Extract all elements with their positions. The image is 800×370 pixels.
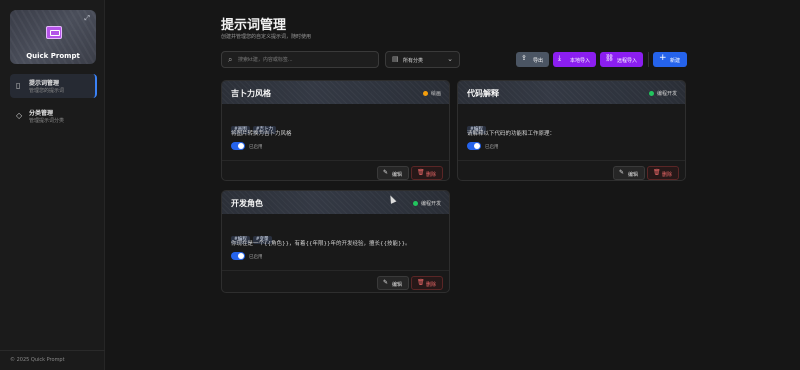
- edit-button[interactable]: ✎ 编辑: [613, 166, 645, 180]
- app-logo-icon: [46, 26, 62, 39]
- status-dot: [422, 91, 428, 96]
- card-description: 将图片转换为吉卜力风格: [231, 131, 292, 137]
- toolbar-divider: [648, 52, 649, 67]
- trash-icon: 🗑: [417, 169, 425, 176]
- card-divider: [222, 160, 449, 161]
- enabled-toggle[interactable]: [231, 142, 245, 150]
- enabled-toggle[interactable]: [467, 142, 481, 150]
- card-divider: [458, 160, 685, 161]
- new-label: 新建: [670, 58, 681, 64]
- edit-button[interactable]: ✎ 编辑: [377, 166, 409, 180]
- toggle-label: 已启用: [485, 145, 499, 150]
- trash-icon: 🗑: [653, 169, 661, 176]
- prompt-card: 开发角色 编程开发 #编程 #变量 你现在是一个{{角色}}，有着{{年限}}年的…: [221, 190, 450, 293]
- enabled-toggle[interactable]: [231, 252, 245, 260]
- card-title: 开发角色: [231, 199, 263, 208]
- status-badge: 编程开发: [648, 90, 677, 97]
- delete-button[interactable]: 🗑 删除: [647, 166, 679, 180]
- status-label: 编程开发: [420, 201, 441, 207]
- link-icon: ⛓: [605, 54, 614, 62]
- card-description: 你现在是一个{{角色}}，有着{{年限}}年的开发经验，擅长{{技能}}。: [231, 241, 411, 247]
- edit-label: 编辑: [628, 172, 639, 178]
- export-label: 导出: [533, 58, 544, 64]
- upload-icon: ⇪: [521, 54, 527, 62]
- delete-label: 删除: [426, 172, 437, 178]
- edit-icon: ✎: [619, 169, 625, 176]
- chevron-down-icon: ⌄: [447, 55, 453, 63]
- card-divider: [222, 270, 449, 271]
- prompt-card: 代码解释 编程开发 #编程 请解释以下代码的功能和工作原理： 已启用 ✎ 编辑 …: [457, 80, 686, 181]
- tag-icon: ◇: [16, 111, 23, 120]
- edit-icon: ✎: [383, 169, 389, 176]
- new-prompt-button[interactable]: + 新建: [653, 52, 687, 67]
- page-subtitle: 创建并管理您的自定义提示词，随时使用: [221, 34, 312, 40]
- trash-icon: 🗑: [417, 279, 425, 286]
- sidebar-item-title: 分类管理: [29, 110, 54, 117]
- status-label: 绘画: [430, 91, 441, 97]
- sidebar-item-subtitle: 管理提示词分类: [29, 118, 65, 124]
- remote-import-button[interactable]: ⛓ 远程导入: [600, 52, 643, 67]
- card-header: 开发角色 编程开发: [222, 191, 449, 214]
- search-box[interactable]: ⌕: [221, 51, 379, 68]
- search-input[interactable]: [238, 54, 376, 66]
- status-dot: [648, 91, 654, 96]
- local-import-label: 本地导入: [570, 58, 591, 64]
- sidebar-footer: © 2025 Quick Prompt: [10, 357, 65, 363]
- clipboard-icon: ▯: [16, 81, 21, 90]
- prompt-card: 吉卜力风格 绘画 #画图 #吉卜力 将图片转换为吉卜力风格 已启用 ✎ 编辑 🗑 …: [221, 80, 450, 181]
- delete-label: 删除: [662, 172, 673, 178]
- export-button[interactable]: ⇪ 导出: [516, 52, 549, 67]
- delete-button[interactable]: 🗑 删除: [411, 276, 443, 290]
- edit-button[interactable]: ✎ 编辑: [377, 276, 409, 290]
- sidebar-item-title: 提示词管理: [29, 80, 60, 87]
- edit-label: 编辑: [392, 282, 403, 288]
- sidebar-item-categories[interactable]: ◇ 分类管理 管理提示词分类: [10, 104, 97, 128]
- toggle-label: 已启用: [249, 145, 263, 150]
- plus-icon: +: [659, 53, 667, 63]
- expand-icon[interactable]: ⤢: [84, 14, 90, 23]
- card-header: 代码解释 编程开发: [458, 81, 685, 104]
- download-icon: ⤓: [558, 54, 562, 62]
- edit-icon: ✎: [383, 279, 389, 286]
- delete-label: 删除: [426, 282, 437, 288]
- category-select[interactable]: ▤ 所有分类 ⌄: [385, 51, 460, 68]
- sidebar-divider: [0, 350, 105, 351]
- status-badge: 编程开发: [412, 200, 441, 207]
- status-badge: 绘画: [422, 90, 441, 97]
- remote-import-label: 远程导入: [617, 58, 638, 64]
- card-header: 吉卜力风格 绘画: [222, 81, 449, 104]
- card-title: 吉卜力风格: [231, 89, 271, 98]
- delete-button[interactable]: 🗑 删除: [411, 166, 443, 180]
- category-select-value: 所有分类: [403, 58, 424, 64]
- status-label: 编程开发: [656, 91, 677, 97]
- toggle-label: 已启用: [249, 255, 263, 260]
- search-icon: ⌕: [228, 55, 233, 64]
- card-title: 代码解释: [467, 89, 499, 98]
- app-name: Quick Prompt: [26, 52, 80, 60]
- sidebar-item-prompts[interactable]: ▯ 提示词管理 管理您的提示词: [10, 74, 97, 98]
- sidebar: ⤢ Quick Prompt ▯ 提示词管理 管理您的提示词 ◇ 分类管理 管理…: [0, 0, 105, 370]
- status-dot: [412, 201, 418, 206]
- sidebar-item-subtitle: 管理您的提示词: [29, 88, 65, 94]
- app-logo-card[interactable]: ⤢ Quick Prompt: [10, 10, 96, 64]
- page-title: 提示词管理: [221, 18, 287, 33]
- local-import-button[interactable]: ⤓ 本地导入: [553, 52, 596, 67]
- filter-icon: ▤: [392, 55, 399, 63]
- edit-label: 编辑: [392, 172, 403, 178]
- card-description: 请解释以下代码的功能和工作原理：: [467, 131, 556, 137]
